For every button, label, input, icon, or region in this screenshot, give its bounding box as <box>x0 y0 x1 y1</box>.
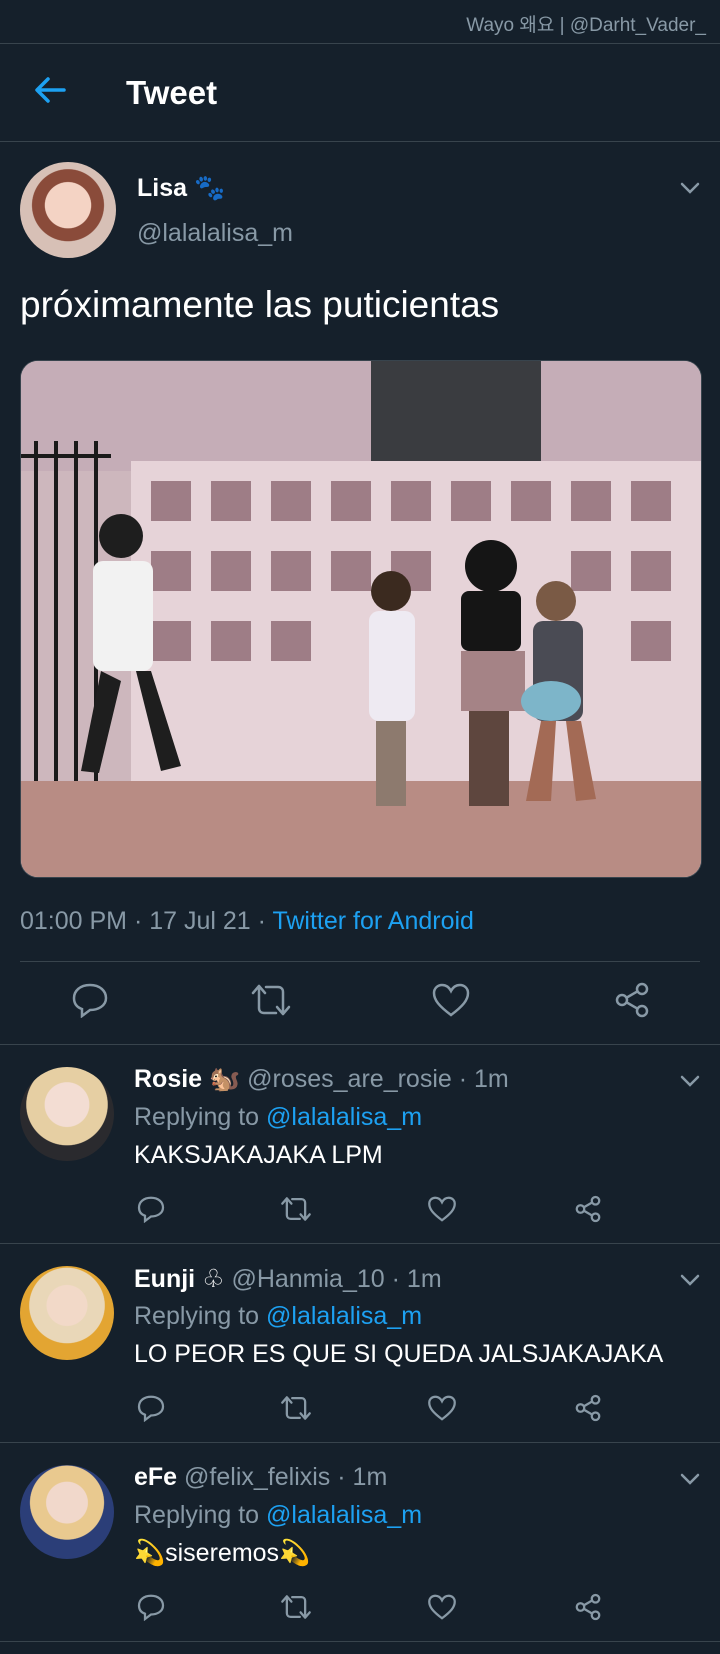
replying-label: Replying to <box>134 1501 267 1529</box>
reply-author-name[interactable]: eFe <box>134 1463 177 1491</box>
replying-to-link[interactable]: @lalalalisa_m <box>266 1302 422 1330</box>
share-icon[interactable] <box>573 1394 603 1422</box>
reply-icon[interactable] <box>136 1593 166 1621</box>
reply-author-emoji: 🐿️ <box>209 1065 241 1093</box>
reply-author-name[interactable]: Rosie <box>134 1065 202 1093</box>
reply-divider <box>0 1641 720 1642</box>
tweet-actions <box>0 980 720 1020</box>
reply-header: Eunji ♧ @Hanmia_10 · 1m <box>134 1264 442 1294</box>
author-handle[interactable]: @lalalalisa_m <box>137 219 293 248</box>
watermark: Wayo 왜요 | @Darht_Vader_ <box>466 15 706 36</box>
reply-handle[interactable]: @Hanmia_10 <box>231 1265 384 1293</box>
avatar[interactable] <box>20 162 116 258</box>
reply-item[interactable]: eFe @felix_felixis · 1m Replying to @lal… <box>0 1443 720 1641</box>
author-emoji: 🐾 <box>193 174 226 202</box>
reply-icon[interactable] <box>70 982 110 1018</box>
retweet-icon[interactable] <box>280 1593 312 1621</box>
share-icon[interactable] <box>573 1593 603 1621</box>
chevron-down-icon[interactable] <box>678 1268 702 1292</box>
reply-header: Rosie 🐿️ @roses_are_rosie · 1m <box>134 1065 509 1094</box>
chevron-down-icon[interactable] <box>678 176 702 200</box>
tweet-source-link[interactable]: Twitter for Android <box>272 907 473 935</box>
tweet-text: próximamente las puticientas <box>20 284 500 325</box>
reply-header: eFe @felix_felixis · 1m <box>134 1463 387 1492</box>
replying-label: Replying to <box>134 1103 267 1131</box>
like-icon[interactable] <box>431 982 471 1018</box>
retweet-icon[interactable] <box>250 982 292 1018</box>
photo-illustration <box>21 361 701 877</box>
reply-text: KAKSJAKAJAKA LPM <box>134 1141 383 1169</box>
replying-to: Replying to @lalalalisa_m <box>134 1302 422 1331</box>
reply-item[interactable]: Rosie 🐿️ @roses_are_rosie · 1m Replying … <box>0 1045 720 1242</box>
avatar[interactable] <box>20 1465 114 1559</box>
reply-author-emoji: ♧ <box>202 1265 225 1293</box>
replying-to: Replying to @lalalalisa_m <box>134 1501 422 1530</box>
reply-time: · 1m <box>458 1065 509 1093</box>
retweet-icon[interactable] <box>280 1394 312 1422</box>
like-icon[interactable] <box>427 1593 457 1621</box>
tweet-meta: 01:00 PM · 17 Jul 21 · Twitter for Andro… <box>20 907 474 936</box>
header-divider <box>0 141 720 142</box>
reply-text: 💫siseremos💫 <box>134 1539 311 1567</box>
reply-icon[interactable] <box>136 1195 166 1223</box>
reply-item[interactable]: Eunji ♧ @Hanmia_10 · 1m Replying to @lal… <box>0 1244 720 1442</box>
author-name-text: Lisa <box>137 174 188 202</box>
header: Tweet <box>0 44 720 142</box>
replying-to-link[interactable]: @lalalalisa_m <box>266 1103 422 1131</box>
chevron-down-icon[interactable] <box>678 1069 702 1093</box>
reply-author-name[interactable]: Eunji <box>134 1265 195 1293</box>
avatar[interactable] <box>20 1266 114 1360</box>
reply-handle[interactable]: @felix_felixis <box>184 1463 330 1491</box>
like-icon[interactable] <box>427 1394 457 1422</box>
retweet-icon[interactable] <box>280 1195 312 1223</box>
page-title: Tweet <box>126 74 218 111</box>
reply-icon[interactable] <box>136 1394 166 1422</box>
avatar[interactable] <box>20 1067 114 1161</box>
reply-time: · 1m <box>337 1463 388 1491</box>
replying-to: Replying to @lalalalisa_m <box>134 1103 422 1132</box>
reply-text: LO PEOR ES QUE SI QUEDA JALSJAKAJAKA <box>134 1340 664 1368</box>
share-icon[interactable] <box>612 982 652 1018</box>
chevron-down-icon[interactable] <box>678 1467 702 1491</box>
tweet-time: 01:00 PM · 17 Jul 21 · <box>20 907 273 935</box>
arrow-left-icon[interactable] <box>30 70 70 110</box>
tweet-photo[interactable] <box>20 360 702 878</box>
share-icon[interactable] <box>573 1195 603 1223</box>
author-name[interactable]: Lisa 🐾 <box>137 174 225 203</box>
reply-handle[interactable]: @roses_are_rosie <box>247 1065 452 1093</box>
reply-time: · 1m <box>391 1265 442 1293</box>
meta-divider <box>20 961 700 962</box>
replying-label: Replying to <box>134 1302 267 1330</box>
like-icon[interactable] <box>427 1195 457 1223</box>
replying-to-link[interactable]: @lalalalisa_m <box>266 1501 422 1529</box>
